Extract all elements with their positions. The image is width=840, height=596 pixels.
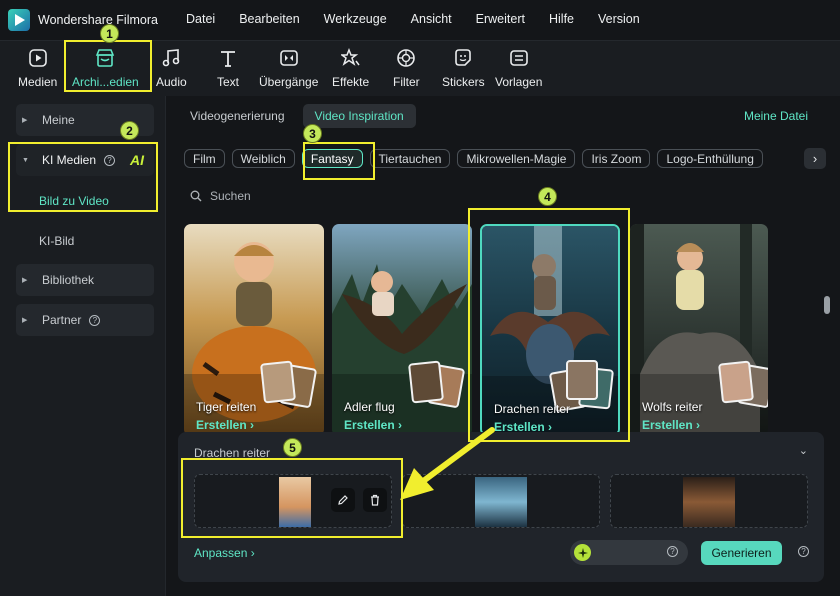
- annotation-badge-2: 2: [120, 121, 139, 140]
- tab-videogenerierung[interactable]: Videogenerierung: [178, 104, 297, 128]
- annotation-box-1: [64, 40, 152, 92]
- template-icon: [507, 46, 531, 70]
- create-link[interactable]: Erstellen ›: [196, 418, 254, 432]
- menu-bearbeiten[interactable]: Bearbeiten: [239, 12, 299, 26]
- content-tabs: Videogenerierung Video Inspiration: [178, 104, 422, 128]
- sidebar-item-ki-bild[interactable]: KI-Bild: [39, 234, 74, 248]
- template-card-tiger[interactable]: Tiger reiten Erstellen ›: [184, 224, 324, 436]
- search-icon: [190, 190, 202, 202]
- chip-film[interactable]: Film: [184, 149, 225, 168]
- menu-bar: Datei Bearbeiten Werkzeuge Ansicht Erwei…: [186, 12, 664, 26]
- card-sample-thumbs: [700, 360, 768, 409]
- chip-mikrowellen-magie[interactable]: Mikrowellen-Magie: [457, 149, 576, 168]
- search-field[interactable]: Suchen: [190, 189, 251, 203]
- tool-uebergaenge[interactable]: Übergänge: [259, 46, 318, 94]
- caret-right-icon: ▶: [22, 317, 28, 324]
- help-icon[interactable]: ?: [89, 314, 101, 326]
- tool-vorlagen[interactable]: Vorlagen: [495, 46, 542, 94]
- media-icon: [26, 46, 50, 70]
- sample-image: [683, 477, 735, 527]
- sidebar-label: Bibliothek: [42, 273, 95, 287]
- template-card-adler[interactable]: Adler flug Erstellen ›: [332, 224, 472, 436]
- transition-icon: [277, 46, 301, 70]
- tool-label: Filter: [393, 75, 420, 89]
- sidebar-item-bibliothek[interactable]: ▶ Bibliothek: [16, 264, 154, 296]
- create-link[interactable]: Erstellen ›: [642, 418, 700, 432]
- chip-logo-enthuellung[interactable]: Logo-Enthüllung: [657, 149, 763, 168]
- tool-label: Übergänge: [259, 75, 319, 89]
- annotation-box-2: [8, 142, 158, 212]
- upload-slot-3[interactable]: [610, 474, 808, 528]
- card-sample-thumbs: [254, 360, 320, 409]
- help-icon[interactable]: ?: [798, 546, 809, 557]
- chip-tiertauchen[interactable]: Tiertauchen: [369, 149, 451, 168]
- annotation-arrow: [400, 427, 495, 500]
- chip-weiblich[interactable]: Weiblich: [231, 149, 295, 168]
- tool-label: Stickers: [442, 75, 485, 89]
- effects-icon: [339, 46, 363, 70]
- text-icon: [216, 46, 240, 70]
- search-placeholder: Suchen: [210, 189, 251, 203]
- template-card-wolfs[interactable]: Wolfs reiter Erstellen ›: [630, 224, 768, 436]
- menu-version[interactable]: Version: [598, 12, 640, 26]
- sticker-icon: [451, 46, 475, 70]
- annotation-box-3: [303, 142, 375, 180]
- caret-right-icon: ▶: [22, 117, 28, 124]
- credits-indicator[interactable]: ?: [570, 540, 688, 565]
- anpassen-link[interactable]: Anpassen ›: [194, 546, 255, 560]
- generate-button[interactable]: Generieren: [701, 541, 782, 565]
- card-title: Wolfs reiter: [642, 400, 703, 414]
- annotation-badge-1: 1: [100, 24, 119, 43]
- create-label: Erstellen: [344, 418, 395, 432]
- caret-right-icon: ▶: [22, 277, 28, 284]
- vertical-scrollbar[interactable]: [824, 296, 830, 314]
- sidebar-label: Meine: [42, 113, 75, 127]
- sidebar-item-partner[interactable]: ▶ Partner ?: [16, 304, 154, 336]
- filmora-logo-icon: [8, 9, 30, 31]
- annotation-badge-4: 4: [538, 187, 557, 206]
- annotation-box-4: [468, 208, 630, 442]
- tool-medien[interactable]: Medien: [18, 46, 57, 94]
- card-title: Tiger reiten: [196, 400, 257, 414]
- music-note-icon: [159, 46, 183, 70]
- menu-datei[interactable]: Datei: [186, 12, 215, 26]
- filter-icon: [394, 46, 418, 70]
- tool-filter[interactable]: Filter: [393, 46, 420, 94]
- card-title: Adler flug: [344, 400, 395, 414]
- tool-stickers[interactable]: Stickers: [442, 46, 485, 94]
- title-bar: Wondershare Filmora Datei Bearbeiten Wer…: [0, 0, 840, 40]
- annotation-badge-3: 3: [303, 124, 322, 143]
- tool-label: Effekte: [332, 75, 370, 89]
- chip-iris-zoom[interactable]: Iris Zoom: [582, 149, 651, 168]
- menu-hilfe[interactable]: Hilfe: [549, 12, 574, 26]
- tool-label: Audio: [156, 75, 187, 89]
- tool-audio[interactable]: Audio: [156, 46, 187, 94]
- menu-erweitert[interactable]: Erweitert: [476, 12, 525, 26]
- annotation-box-5: [181, 458, 403, 538]
- tool-label: Text: [216, 75, 239, 89]
- sidebar-label: Partner: [42, 313, 82, 327]
- tool-text[interactable]: Text: [216, 46, 240, 94]
- anpassen-label: Anpassen: [194, 546, 248, 560]
- tool-label: Medien: [18, 75, 58, 89]
- chevron-down-icon[interactable]: ⌄: [799, 444, 808, 457]
- menu-werkzeuge[interactable]: Werkzeuge: [324, 12, 387, 26]
- create-label: Erstellen: [196, 418, 247, 432]
- create-label: Erstellen: [642, 418, 693, 432]
- meine-datei-link[interactable]: Meine Datei: [744, 109, 808, 123]
- tool-effekte[interactable]: Effekte: [332, 46, 369, 94]
- credit-icon: [574, 544, 591, 561]
- tool-label: Vorlagen: [495, 75, 543, 89]
- menu-ansicht[interactable]: Ansicht: [411, 12, 452, 26]
- chevron-right-icon[interactable]: ›: [804, 148, 826, 169]
- annotation-badge-5: 5: [283, 438, 302, 457]
- app-title: Wondershare Filmora: [38, 13, 158, 27]
- tab-video-inspiration[interactable]: Video Inspiration: [302, 104, 416, 128]
- card-sample-thumbs: [402, 360, 468, 409]
- category-chips: Film Weiblich Fantasy Tiertauchen Mikrow…: [184, 149, 770, 168]
- help-icon[interactable]: ?: [667, 546, 678, 557]
